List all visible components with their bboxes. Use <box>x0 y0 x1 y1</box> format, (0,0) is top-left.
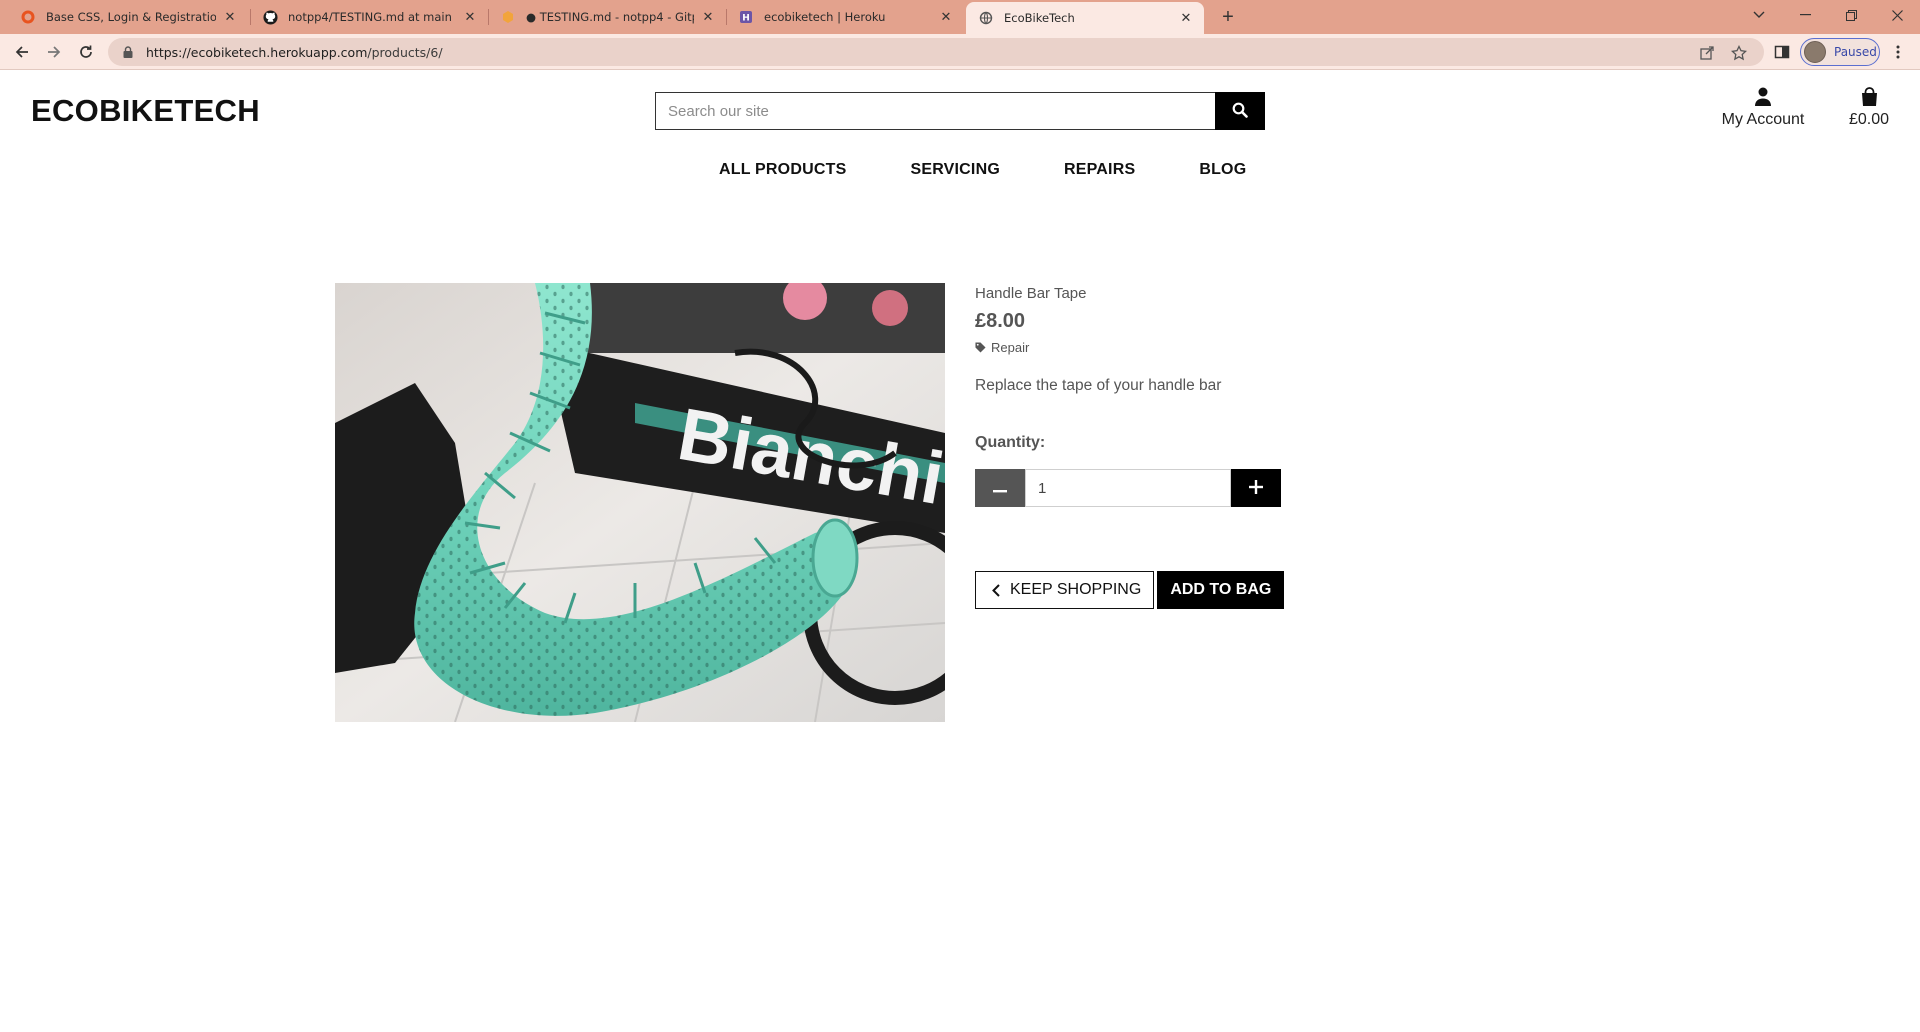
plus-icon <box>1249 479 1263 497</box>
product-price: £8.00 <box>975 310 1026 332</box>
profile-button[interactable]: Paused <box>1800 38 1880 66</box>
tab-title: ● TESTING.md - notpp4 - Gitpod <box>526 10 694 24</box>
profile-status-label: Paused <box>1834 45 1877 59</box>
url-path: /products/6/ <box>367 44 443 60</box>
nav-blog[interactable]: BLOG <box>1167 161 1278 179</box>
nav-servicing[interactable]: SERVICING <box>878 161 1032 179</box>
globe-icon <box>978 10 994 26</box>
page-content: ECOBIKETECH My Account £0.00 ALL PRODUCT… <box>0 71 1920 1032</box>
close-icon[interactable]: ✕ <box>462 9 478 25</box>
browser-tab[interactable]: H ecobiketech | Heroku ✕ <box>726 0 964 34</box>
tab-search-icon[interactable] <box>1736 0 1782 30</box>
shopping-bag-link[interactable]: £0.00 <box>1842 87 1896 129</box>
gitpod-icon <box>500 9 516 25</box>
search-icon <box>1232 102 1248 121</box>
url-text[interactable]: https://ecobiketech.herokuapp.com/produc… <box>146 45 443 60</box>
keep-shopping-button[interactable]: KEEP SHOPPING <box>975 571 1155 609</box>
quantity-label: Quantity: <box>975 434 1046 451</box>
product-image[interactable]: Bianchi <box>335 283 945 722</box>
product-details: Handle Bar Tape £8.00 Repair Replace the… <box>975 285 1295 609</box>
new-tab-icon[interactable]: + <box>1216 5 1240 29</box>
heroku-icon: H <box>738 9 754 25</box>
minus-icon <box>993 481 1007 496</box>
search-input[interactable] <box>655 92 1215 130</box>
restore-icon[interactable] <box>1828 0 1874 30</box>
back-arrow-icon[interactable] <box>10 40 34 64</box>
close-icon[interactable]: ✕ <box>938 9 954 25</box>
tab-title: notpp4/TESTING.md at main · ict <box>288 10 456 24</box>
site-logo[interactable]: ECOBIKETECH <box>31 93 260 129</box>
bag-total: £0.00 <box>1848 111 1890 128</box>
lock-icon[interactable] <box>122 46 134 58</box>
decrement-button[interactable] <box>975 469 1025 507</box>
product-category-label: Repair <box>991 340 1030 355</box>
browser-tab[interactable]: Base CSS, Login & Registration F ✕ <box>8 0 248 34</box>
product-name: Handle Bar Tape <box>975 285 1087 302</box>
window-close-icon[interactable] <box>1874 0 1920 30</box>
chevron-left-icon <box>992 583 1000 597</box>
add-to-bag-button[interactable]: ADD TO BAG <box>1157 571 1285 609</box>
browser-tab-strip: Base CSS, Login & Registration F ✕ notpp… <box>0 0 1920 34</box>
my-account-label: My Account <box>1721 111 1805 128</box>
product-description: Replace the tape of your handle bar <box>975 377 1222 394</box>
forward-arrow-icon[interactable] <box>42 40 66 64</box>
svg-text:H: H <box>742 14 750 24</box>
tab-title: ecobiketech | Heroku <box>764 10 886 24</box>
nav-all-products[interactable]: ALL PRODUCTS <box>703 161 878 179</box>
close-icon[interactable]: ✕ <box>700 9 716 25</box>
share-icon[interactable] <box>1698 44 1716 62</box>
tag-icon <box>975 342 986 353</box>
avatar <box>1804 41 1826 63</box>
address-bar[interactable]: https://ecobiketech.herokuapp.com/produc… <box>108 38 1764 66</box>
keep-shopping-label: KEEP SHOPPING <box>1010 581 1142 598</box>
reload-icon[interactable] <box>74 40 98 64</box>
tab-title: Base CSS, Login & Registration F <box>46 10 216 24</box>
close-icon[interactable]: ✕ <box>222 9 238 25</box>
orange-ring-icon <box>20 9 36 25</box>
close-icon[interactable]: ✕ <box>1178 10 1194 26</box>
tab-title: EcoBikeTech <box>1004 11 1075 25</box>
browser-tab[interactable]: notpp4/TESTING.md at main · ict ✕ <box>250 0 488 34</box>
shopping-bag-icon <box>1842 87 1896 107</box>
browser-tab-active[interactable]: EcoBikeTech ✕ <box>966 2 1204 34</box>
bookmark-star-icon[interactable] <box>1730 44 1748 62</box>
user-icon <box>1720 87 1806 107</box>
product-actions: KEEP SHOPPING ADD TO BAG <box>975 571 1295 609</box>
my-account-link[interactable]: My Account <box>1720 87 1806 129</box>
browser-toolbar: https://ecobiketech.herokuapp.com/produc… <box>0 34 1920 70</box>
increment-button[interactable] <box>1231 469 1281 507</box>
search-form <box>655 92 1265 130</box>
minimize-icon[interactable] <box>1782 0 1828 30</box>
nav-repairs[interactable]: REPAIRS <box>1032 161 1167 179</box>
browser-tab[interactable]: ● TESTING.md - notpp4 - Gitpod ✕ <box>488 0 726 34</box>
browser-menu-icon[interactable] <box>1890 42 1906 62</box>
github-icon <box>262 9 278 25</box>
quantity-input[interactable] <box>1025 469 1231 507</box>
search-button[interactable] <box>1215 92 1265 130</box>
product-category[interactable]: Repair <box>975 340 1295 355</box>
side-panel-icon[interactable] <box>1770 40 1794 64</box>
url-host: https://ecobiketech.herokuapp.com <box>146 44 368 60</box>
quantity-stepper <box>975 469 1295 507</box>
